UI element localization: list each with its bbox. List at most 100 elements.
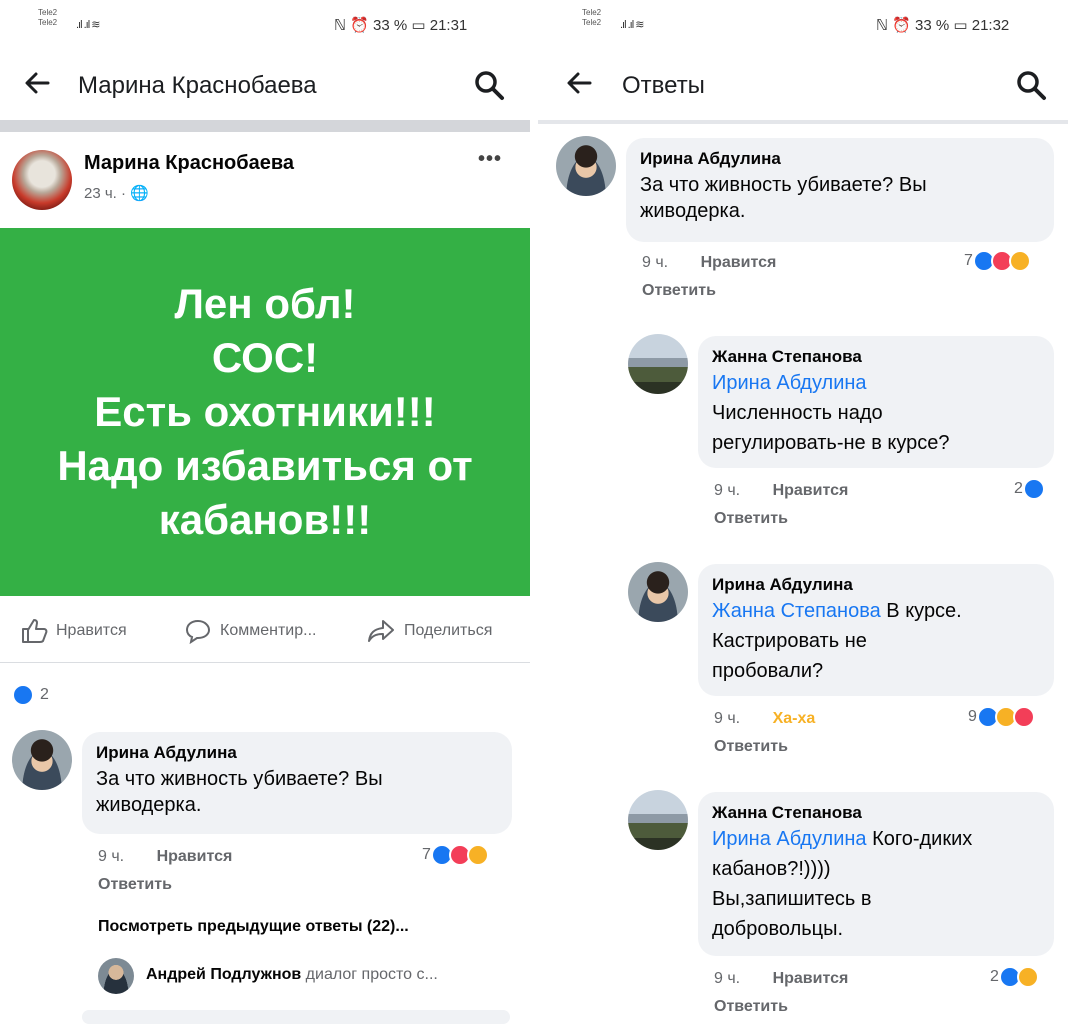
haha-reaction-icon — [1016, 966, 1039, 988]
comment-reactions[interactable]: 7 — [964, 250, 1031, 272]
comment-author[interactable]: Ирина Абдулина — [640, 148, 1040, 170]
reply-time: 9 ч. — [714, 970, 741, 987]
next-comment-bubble — [82, 1010, 510, 1024]
carrier-2: Tele2 — [582, 18, 602, 27]
carrier-1: Tele2 — [582, 8, 602, 17]
page-title: Ответы — [622, 72, 705, 99]
last-reply-preview[interactable]: Андрей Подлужнов диалог просто с... — [146, 966, 438, 984]
reply-text-1: кабанов?!)))) — [712, 858, 831, 880]
like-button[interactable]: Нравится — [20, 618, 127, 644]
comment-author[interactable]: Ирина Абдулина — [96, 742, 498, 764]
reply-haha-button[interactable]: Ха-ха — [773, 710, 816, 727]
status-right: ℕ ⏰ 33 % ▭ 21:31 — [334, 17, 468, 34]
status-right: ℕ ⏰ 33 % ▭ 21:32 — [876, 17, 1010, 34]
reply-reply-button[interactable]: Ответить — [714, 738, 788, 756]
reply-reactions[interactable]: 2 — [990, 966, 1039, 988]
left-screenshot: Tele2 Tele2 .ıl .ıl ≋ ℕ ⏰ 33 % ▭ 21:31 М… — [0, 0, 530, 1028]
post-author-name[interactable]: Марина Краснобаева — [84, 152, 294, 175]
reply-avatar[interactable] — [628, 562, 688, 622]
reply-reactions[interactable]: 2 — [1014, 478, 1045, 500]
comment-text-2: живодерка. — [640, 200, 746, 222]
comment-text-2: живодерка. — [96, 794, 202, 816]
comment-icon — [185, 619, 211, 644]
reply-meta: 9 ч. Нравится — [714, 970, 848, 988]
comment-meta: 9 ч. Нравится — [98, 848, 232, 866]
reply-reaction-count: 2 — [1014, 480, 1023, 497]
back-arrow-icon[interactable] — [22, 68, 52, 98]
app-bar: Марина Краснобаева — [0, 60, 530, 108]
post-line-3: Есть охотники!!! — [94, 388, 436, 435]
reply-meta: 9 ч. Нравится — [714, 482, 848, 500]
reply-text-1: Численность надо — [712, 402, 883, 424]
haha-reaction-icon — [466, 844, 489, 866]
reply-mention-line: Ирина Абдулина Кого-диких — [712, 824, 1040, 854]
reply-avatar[interactable] — [98, 958, 134, 994]
reply-reaction-count: 2 — [990, 968, 999, 985]
comment-like-button[interactable]: Нравится — [157, 848, 233, 865]
reply-like-button[interactable]: Нравится — [773, 970, 849, 987]
actions-divider — [0, 662, 530, 663]
reply-avatar[interactable] — [628, 334, 688, 394]
post-line-4: Надо избавиться от — [57, 442, 473, 489]
page-title: Марина Краснобаева — [78, 72, 317, 99]
comment-like-button[interactable]: Нравится — [701, 254, 777, 271]
share-icon — [368, 620, 394, 642]
share-button[interactable]: Поделиться — [366, 618, 492, 644]
comment-time: 9 ч. — [98, 848, 125, 865]
reply-bubble: Жанна Степанова Ирина Абдулина Кого-дики… — [698, 792, 1054, 956]
comment-bubble: Ирина Абдулина За что живность убиваете?… — [82, 732, 512, 834]
status-bar: Tele2 Tele2 .ıl .ıl ≋ ℕ ⏰ 33 % ▭ 21:32 — [538, 8, 1068, 38]
section-divider — [538, 120, 1068, 124]
post-author-avatar[interactable] — [12, 150, 72, 210]
comment-button[interactable]: Комментир... — [184, 618, 316, 644]
reply-reactions[interactable]: 9 — [968, 706, 1035, 728]
post-menu-button[interactable]: ••• — [478, 148, 502, 171]
mention-link[interactable]: Ирина Абдулина — [712, 372, 867, 394]
reply-text-2: регулировать-не в курсе? — [712, 432, 950, 454]
reply-text-3: добровольцы. — [712, 918, 844, 940]
like-label: Нравится — [56, 622, 127, 639]
reply-author[interactable]: Жанна Степанова — [712, 802, 1040, 824]
status-bar: Tele2 Tele2 .ıl .ıl ≋ ℕ ⏰ 33 % ▭ 21:31 — [0, 8, 530, 38]
right-screenshot: Tele2 Tele2 .ıl .ıl ≋ ℕ ⏰ 33 % ▭ 21:32 О… — [538, 0, 1068, 1028]
reply-avatar[interactable] — [628, 790, 688, 850]
post-like-summary[interactable]: 2 — [12, 684, 49, 706]
post-line-2: СОС! — [211, 334, 319, 381]
comment-reply-button[interactable]: Ответить — [642, 282, 716, 300]
share-label: Поделиться — [404, 622, 493, 639]
like-reaction-icon — [12, 684, 34, 706]
comment-bubble: Ирина Абдулина За что живность убиваете?… — [626, 138, 1054, 242]
signal-icon: .ıl .ıl ≋ — [76, 19, 100, 31]
reply-reply-button[interactable]: Ответить — [714, 510, 788, 528]
carrier-labels: Tele2 Tele2 — [582, 8, 601, 28]
view-previous-replies-link[interactable]: Посмотреть предыдущие ответы (22)... — [98, 918, 409, 936]
post-line-1: Лен обл! — [174, 280, 356, 327]
reply-text: диалог просто с... — [305, 966, 438, 983]
reply-text-2: пробовали? — [712, 660, 824, 682]
reply-author[interactable]: Ирина Абдулина — [712, 574, 1040, 596]
comment-reaction-count: 7 — [964, 252, 973, 269]
reply-author[interactable]: Жанна Степанова — [712, 346, 1040, 368]
reply-author: Андрей Подлужнов — [146, 966, 302, 983]
haha-reaction-icon — [1008, 250, 1031, 272]
mention-link[interactable]: Жанна Степанова — [712, 600, 881, 622]
post-timestamp: 23 ч. · 🌐 — [84, 185, 149, 202]
reply-like-button[interactable]: Нравится — [773, 482, 849, 499]
comment-avatar[interactable] — [556, 136, 616, 196]
comment-avatar[interactable] — [12, 730, 72, 790]
carrier-1: Tele2 — [38, 8, 58, 17]
comment-reactions[interactable]: 7 — [422, 844, 489, 866]
thumbs-up-icon — [22, 619, 48, 643]
carrier-labels: Tele2 Tele2 — [38, 8, 57, 28]
back-arrow-icon[interactable] — [564, 68, 594, 98]
reply-text-2: Вы,запишитесь в — [712, 888, 872, 910]
search-icon[interactable] — [1014, 68, 1048, 102]
reply-reply-button[interactable]: Ответить — [714, 998, 788, 1016]
section-divider — [0, 120, 530, 132]
reply-text-1: Кастрировать не — [712, 630, 867, 652]
search-icon[interactable] — [472, 68, 506, 102]
comment-reply-button[interactable]: Ответить — [98, 876, 172, 894]
carrier-2: Tele2 — [38, 18, 58, 27]
comment-reaction-count: 7 — [422, 846, 431, 863]
mention-link[interactable]: Ирина Абдулина — [712, 828, 867, 850]
